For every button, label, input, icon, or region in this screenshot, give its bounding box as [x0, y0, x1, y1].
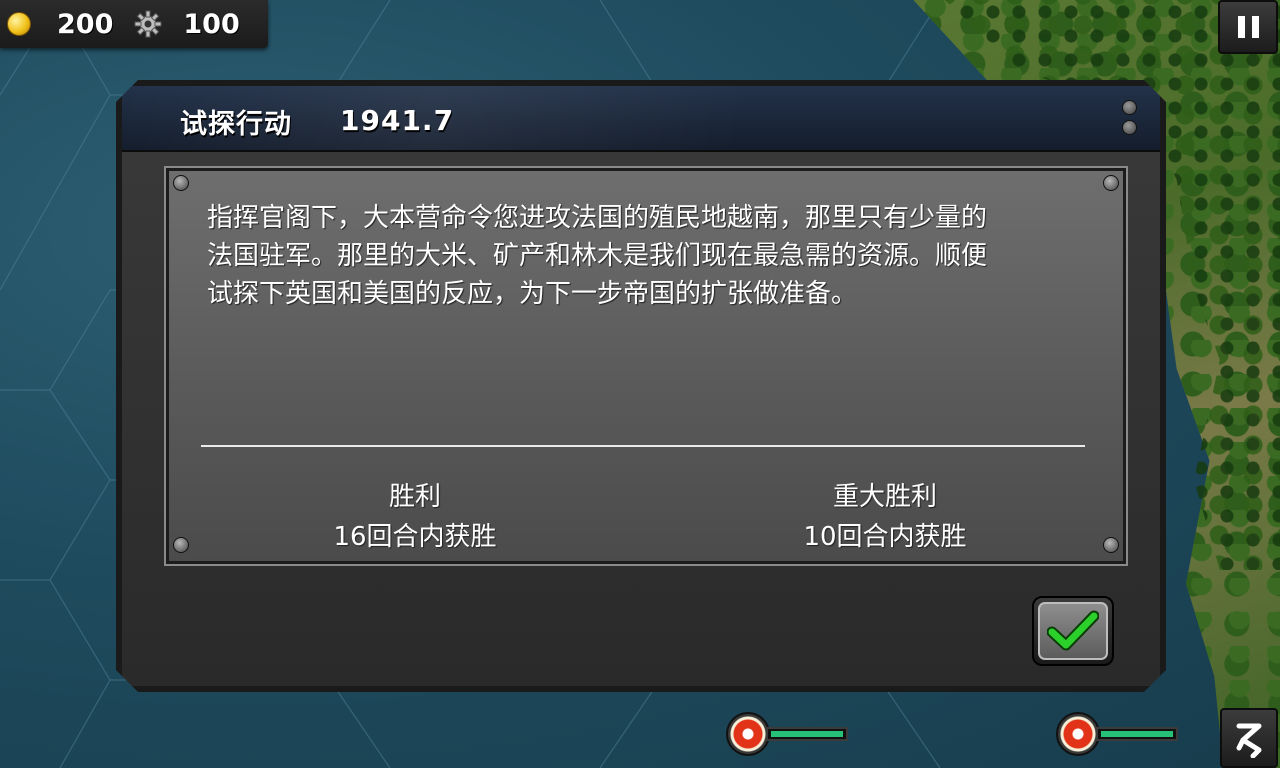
mission-briefing-dialog: 试探行动 1941.7 指挥官阁下，大本营命令您进攻法国的殖民地越南，那里只有少…	[116, 80, 1166, 692]
confirm-button[interactable]	[1032, 596, 1114, 666]
enemy-unit[interactable]	[1056, 712, 1178, 756]
victory-requirement: 16回合内获胜	[333, 522, 497, 552]
checkmark-icon	[1047, 610, 1099, 652]
major-victory-requirement: 10回合内获胜	[803, 522, 967, 552]
menu-icon	[1236, 723, 1262, 758]
pause-icon	[1237, 16, 1245, 38]
menu-button[interactable]	[1220, 708, 1278, 768]
major-victory-label: 重大胜利	[832, 482, 937, 512]
briefing-panel: 指挥官阁下，大本营命令您进攻法国的殖民地越南，那里只有少量的 法国驻军。那里的大…	[166, 168, 1126, 564]
gold-coin-icon	[7, 12, 31, 36]
briefing-text: 指挥官阁下，大本营命令您进攻法国的殖民地越南，那里只有少量的 法国驻军。那里的大…	[207, 199, 1107, 313]
gear-icon	[133, 9, 163, 39]
victory-label: 胜利	[388, 482, 441, 512]
screw-icon	[173, 175, 189, 191]
screw-icon	[173, 537, 189, 553]
unit-health-bar	[766, 727, 848, 741]
divider	[201, 445, 1085, 447]
screw-icon	[1103, 175, 1119, 191]
unit-flag-icon	[726, 712, 770, 756]
briefing-line: 法国驻军。那里的大米、矿产和林木是我们现在最急需的资源。顺便	[207, 241, 988, 271]
enemy-unit[interactable]	[726, 712, 848, 756]
industry-amount: 100	[183, 8, 240, 40]
unit-flag-icon	[1056, 712, 1100, 756]
victory-condition: 胜利 16回合内获胜	[265, 477, 565, 557]
gold-amount: 200	[57, 8, 114, 40]
briefing-line: 试探下英国和美国的反应，为下一步帝国的扩张做准备。	[207, 279, 858, 309]
header-rivets	[1122, 100, 1138, 140]
pause-button[interactable]	[1218, 0, 1278, 54]
mission-year: 1941.7	[340, 104, 455, 137]
screw-icon	[1103, 537, 1119, 553]
briefing-line: 指挥官阁下，大本营命令您进攻法国的殖民地越南，那里只有少量的	[207, 203, 988, 233]
major-victory-condition: 重大胜利 10回合内获胜	[735, 477, 1035, 557]
mission-title: 试探行动	[180, 109, 292, 140]
resource-bar: 200 100	[0, 0, 268, 48]
unit-health-bar	[1096, 727, 1178, 741]
dialog-header: 试探行动 1941.7	[122, 86, 1160, 152]
